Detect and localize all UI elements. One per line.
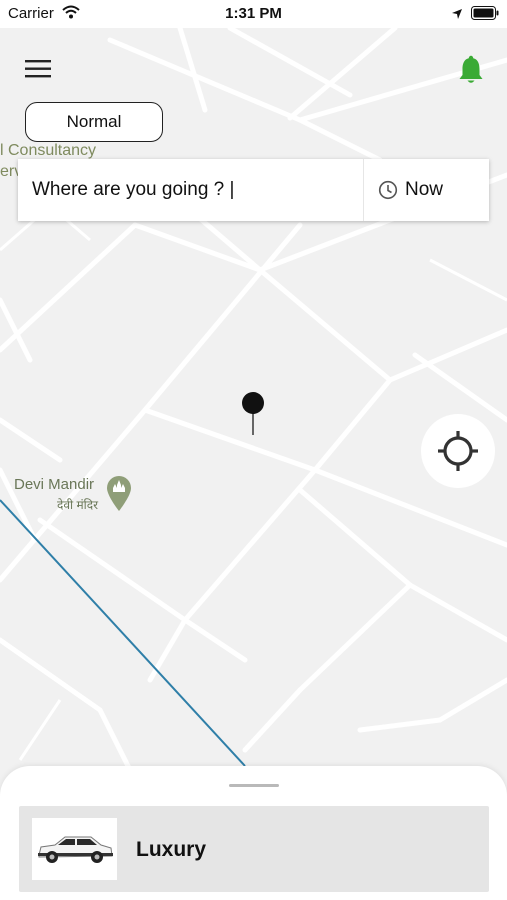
location-arrow-icon [451,7,463,25]
bell-icon [459,55,483,83]
pickup-time-label: Now [405,179,444,200]
map-pin-icon [241,391,265,442]
pickup-time-selector[interactable]: Now [363,159,489,221]
clock-icon [378,180,398,200]
hamburger-menu-icon [25,60,51,78]
vehicle-bottom-sheet: Luxury [0,766,507,900]
vehicle-option-luxury[interactable]: Luxury [19,806,489,892]
notification-button[interactable] [456,54,486,86]
sheet-drag-handle[interactable] [229,784,279,787]
menu-button[interactable] [22,56,54,82]
battery-icon [471,6,499,25]
destination-input[interactable] [18,158,363,222]
recenter-button[interactable] [421,414,495,488]
mode-label: Normal [66,112,122,131]
destination-search: Now [18,158,489,222]
poi-name: Devi Mandir [14,476,95,493]
temple-pin-icon[interactable] [105,474,133,517]
status-time: 1:31 PM [225,5,282,22]
poi-name-local: देवी मंदिर [57,498,99,512]
crosshair-icon [438,431,478,471]
suv-car-icon [32,818,117,880]
mode-toggle[interactable]: Normal [25,102,163,142]
vehicle-name: Luxury [136,838,207,861]
status-bar: Carrier 1:31 PM [0,0,507,28]
